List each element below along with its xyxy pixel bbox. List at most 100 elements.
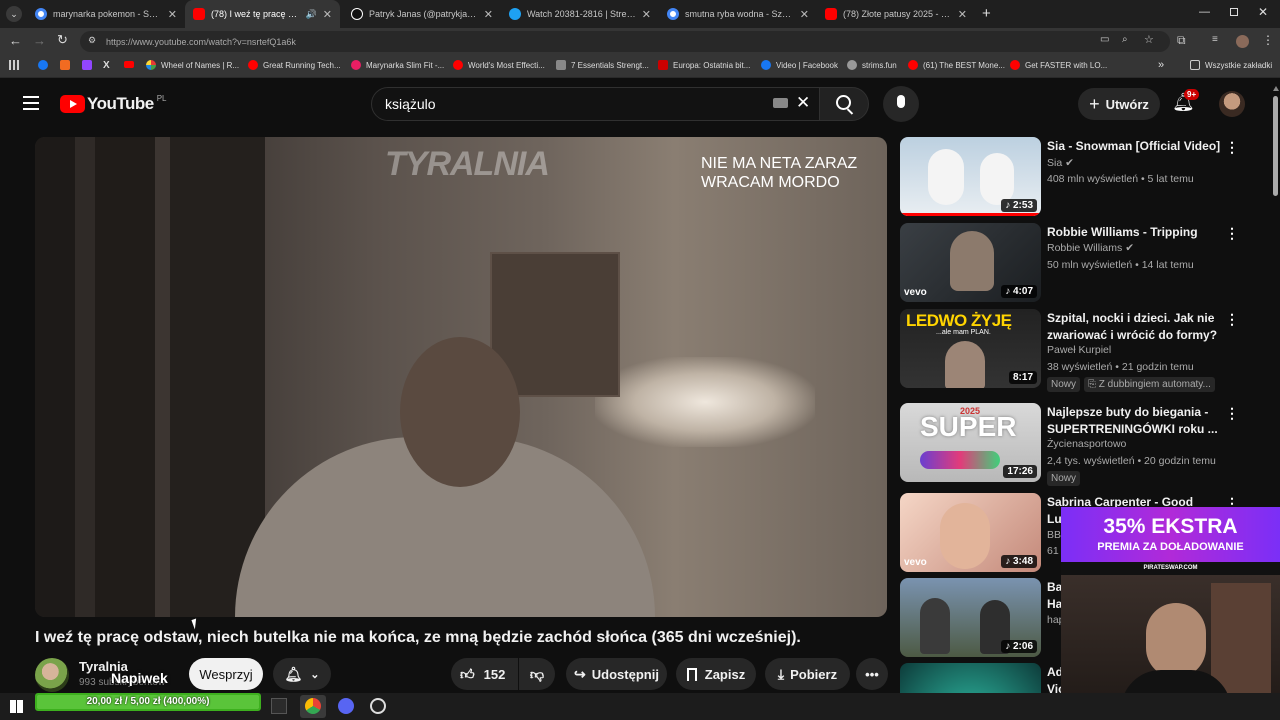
browser-tab-active[interactable]: (78) I weź tę pracę odstaw, 🔊 ✕ <box>185 0 340 28</box>
share-button[interactable]: ↪ Udostępnij <box>566 658 667 690</box>
clear-search-icon[interactable]: ✕ <box>796 93 810 113</box>
bookmark-facebook[interactable] <box>38 60 53 70</box>
scrollbar-up-arrow-icon[interactable] <box>1273 86 1279 91</box>
windows-start-icon[interactable] <box>10 700 23 713</box>
bookmark-item[interactable]: Marynarka Slim Fit -... <box>351 60 444 70</box>
close-tab-icon[interactable]: ✕ <box>800 8 809 21</box>
search-input[interactable]: książulo ✕ <box>371 87 820 121</box>
close-tab-icon[interactable]: ✕ <box>642 8 651 21</box>
video-thumbnail[interactable]: 2025 SUPER 17:26 <box>900 403 1041 482</box>
recommended-video[interactable]: vevo ♪ 4:07 Robbie Williams - Tripping R… <box>900 223 1270 305</box>
close-tab-icon[interactable]: ✕ <box>168 8 177 21</box>
bookmark-item[interactable]: strims.fun <box>847 60 897 70</box>
keyboard-icon[interactable] <box>773 98 788 108</box>
search-button[interactable] <box>819 87 869 121</box>
browser-tab[interactable]: Watch 20381-2816 | Streamable ✕ <box>501 0 659 28</box>
reload-icon[interactable]: ↻ <box>57 32 68 48</box>
close-tab-icon[interactable]: ✕ <box>958 8 967 21</box>
notifications-button[interactable]: 🔔︎ 9+ <box>1172 89 1200 116</box>
site-info-icon[interactable]: ⚙ <box>88 35 96 46</box>
browser-tab[interactable]: smutna ryba wodna - Szukaj w ✕ <box>659 0 817 28</box>
media-control-icon[interactable]: ≡ <box>1212 34 1218 45</box>
tab-search-dropdown-icon[interactable]: ⌄ <box>6 6 22 22</box>
youtube-logo[interactable]: YouTube PL <box>60 94 167 114</box>
forward-arrow-icon[interactable]: → <box>33 33 46 48</box>
video-thumbnail[interactable]: vevo ♪ 4:07 <box>900 223 1041 302</box>
create-button[interactable]: + Utwórz <box>1078 88 1160 120</box>
bookmark-item[interactable] <box>60 60 75 70</box>
download-button[interactable]: ⤓ Pobierz <box>765 658 850 690</box>
discord-taskbar-icon[interactable] <box>338 698 354 714</box>
support-button[interactable]: Wesprzyj <box>189 658 263 690</box>
video-title[interactable]: Najlepsze buty do biegania - SUPERTRENIN… <box>1047 404 1227 438</box>
terminal-taskbar-icon[interactable] <box>271 698 287 714</box>
video-thumbnail[interactable]: vevo ♪ 3:48 <box>900 493 1041 572</box>
zoom-icon[interactable]: ⌕ <box>1122 34 1128 45</box>
browser-tab[interactable]: marynarka pokemon - Szukaj w ✕ <box>27 0 185 28</box>
bookmark-x[interactable]: X <box>103 60 110 71</box>
more-options-icon[interactable]: ⋮ <box>1225 405 1239 422</box>
channel-name[interactable]: Robbie Williams ✔ <box>1047 242 1134 254</box>
bookmark-youtube[interactable] <box>124 60 139 68</box>
more-actions-button[interactable]: ••• <box>856 658 888 690</box>
video-thumbnail[interactable]: ♪ 2:53 <box>900 137 1041 216</box>
chrome-taskbar-icon[interactable] <box>300 695 326 718</box>
all-bookmarks-folder[interactable]: Wszystkie zakładki <box>1190 60 1272 70</box>
video-title[interactable]: Sia - Snowman [Official Video] <box>1047 138 1227 155</box>
new-tab-plus-icon[interactable]: + <box>982 5 991 22</box>
bookmark-item[interactable]: (61) The BEST Mone... <box>908 60 1005 70</box>
guide-menu-icon[interactable] <box>23 96 39 110</box>
more-bookmarks-chevron-icon[interactable]: » <box>1158 59 1164 71</box>
video-title[interactable]: Szpital, nocki i dzieci. Jak nie zwariow… <box>1047 310 1227 344</box>
subscription-bell-button[interactable]: 🔔︎ ⌄ <box>273 658 331 690</box>
video-thumbnail[interactable] <box>900 663 1041 693</box>
bookmark-item[interactable]: World's Most Effecti... <box>453 60 545 70</box>
save-button[interactable]: Zapisz <box>676 658 756 690</box>
apps-grid-icon[interactable] <box>9 60 19 70</box>
bookmark-star-icon[interactable]: ☆ <box>1144 33 1154 46</box>
back-arrow-icon[interactable]: ← <box>9 33 22 48</box>
channel-name[interactable]: Paweł Kurpiel <box>1047 344 1111 356</box>
more-options-icon[interactable]: ⋮ <box>1225 311 1239 328</box>
video-player[interactable]: TYRALNIA NIE MA NETA ZARAZ WRACAM MORDO <box>35 137 887 617</box>
browser-tab[interactable]: (78) Złote patusy 2025 - YouTu ✕ <box>817 0 975 28</box>
channel-name[interactable]: Życienasportowo <box>1047 438 1126 450</box>
bookmark-item[interactable]: Great Running Tech... <box>248 60 341 70</box>
channel-name[interactable]: Sia ✔ <box>1047 157 1074 169</box>
account-avatar[interactable] <box>1219 91 1245 117</box>
bookmark-item[interactable]: Get FASTER with LO... <box>1010 60 1107 70</box>
video-thumbnail[interactable]: ♪ 2:06 <box>900 578 1041 657</box>
recommended-video[interactable]: ♪ 2:53 Sia - Snowman [Official Video] Si… <box>900 137 1270 219</box>
obs-taskbar-icon[interactable] <box>370 698 386 714</box>
restore-window-icon[interactable] <box>1230 8 1238 16</box>
close-tab-icon[interactable]: ✕ <box>484 8 493 21</box>
address-bar[interactable]: ⚙ https://www.youtube.com/watch?v=nsrtef… <box>80 31 1170 52</box>
speaker-icon[interactable]: 🔊 <box>306 9 317 20</box>
cast-icon[interactable]: ▭ <box>1100 34 1109 45</box>
close-tab-icon[interactable]: ✕ <box>323 8 332 21</box>
minimize-window-icon[interactable]: — <box>1199 6 1210 18</box>
dislike-button[interactable]: 👎︎ <box>519 658 555 690</box>
bookmark-label: Video | Facebook <box>776 60 838 70</box>
channel-avatar[interactable] <box>35 658 69 692</box>
more-options-icon[interactable]: ⋮ <box>1225 225 1239 242</box>
profile-avatar-icon[interactable] <box>1236 35 1249 48</box>
bookmark-item[interactable]: Wheel of Names | R... <box>146 60 239 70</box>
bookmark-twitch[interactable] <box>82 60 97 70</box>
new-badge: Nowy <box>1047 377 1081 392</box>
voice-search-button[interactable] <box>883 86 919 122</box>
browser-menu-icon[interactable]: ⋮ <box>1262 33 1274 47</box>
like-button[interactable]: 👍︎ 152 <box>451 658 518 690</box>
close-window-icon[interactable]: ✕ <box>1258 5 1268 19</box>
video-thumbnail[interactable]: LEDWO ŻYJĘ ...ale mam PLAN. 8:17 <box>900 309 1041 388</box>
recommended-video[interactable]: LEDWO ŻYJĘ ...ale mam PLAN. 8:17 Szpital… <box>900 309 1270 395</box>
extensions-icon[interactable]: ⧉ <box>1177 33 1186 48</box>
bookmark-item[interactable]: Video | Facebook <box>761 60 838 70</box>
scrollbar-thumb[interactable] <box>1273 96 1278 196</box>
browser-tab[interactable]: Patryk Janas (@patrykjanasoffic ✕ <box>343 0 501 28</box>
more-options-icon[interactable]: ⋮ <box>1225 139 1239 156</box>
video-title[interactable]: Robbie Williams - Tripping <box>1047 224 1227 241</box>
bookmark-item[interactable]: Europa: Ostatnia bit... <box>658 60 750 70</box>
recommended-video[interactable]: 2025 SUPER 17:26 Najlepsze buty do biega… <box>900 403 1270 489</box>
bookmark-item[interactable]: 7 Essentials Strengt... <box>556 60 649 70</box>
